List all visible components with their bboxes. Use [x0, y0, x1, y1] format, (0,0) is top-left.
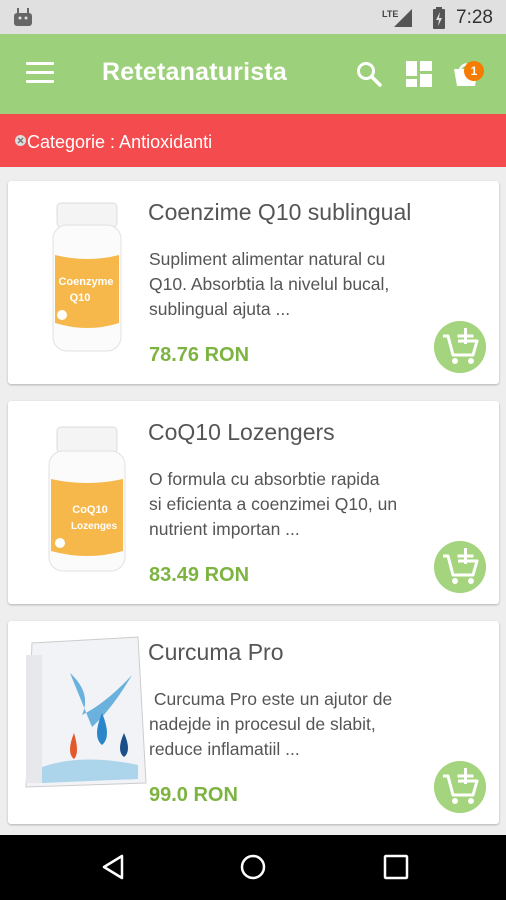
category-label: Categorie : Antioxidanti	[27, 132, 213, 152]
description-line: O formula cu absorbtie rapida	[149, 469, 380, 489]
bottle-label: Lozenges	[71, 521, 118, 532]
description-line: nadejde in procesul de slabit,	[149, 714, 376, 734]
description-line: si eficienta a coenzimei Q10, un	[149, 494, 398, 514]
back-icon[interactable]	[100, 853, 128, 881]
description-line: nutrient importan ...	[149, 519, 300, 539]
product-name[interactable]: Curcuma Pro	[148, 639, 283, 666]
description-line: sublingual ajuta ...	[149, 299, 291, 319]
signal-icon	[394, 9, 412, 27]
add-to-cart-icon[interactable]	[434, 321, 486, 373]
status-time: 7:28	[456, 7, 493, 28]
home-icon[interactable]	[239, 853, 267, 881]
product-price: 78.76 RON	[149, 344, 250, 366]
battery-charging-icon	[433, 7, 445, 29]
menu-icon[interactable]	[26, 62, 54, 84]
app-title: Retetanaturista	[102, 58, 287, 86]
product-card[interactable]: Coenzyme Q10 Coenzime Q10 sublingual Sup…	[8, 181, 499, 384]
bottle-label: Coenzyme	[58, 276, 113, 288]
grid-view-icon[interactable]	[406, 61, 432, 87]
add-to-cart-icon[interactable]	[434, 541, 486, 593]
product-description: Curcuma Pro este un ajutor de nadejde in…	[149, 687, 439, 762]
product-description: Supliment alimentar natural cu Q10. Abso…	[149, 247, 439, 322]
product-price: 83.49 RON	[149, 564, 250, 586]
product-card[interactable]: Curcuma Pro Curcuma Pro este un ajutor d…	[8, 621, 499, 824]
product-description: O formula cu absorbtie rapida si eficien…	[149, 467, 439, 542]
cart-count-badge: 1	[464, 61, 484, 81]
description-line: Supliment alimentar natural cu	[149, 249, 386, 269]
product-image-bottle[interactable]: Coenzyme Q10	[24, 193, 148, 353]
description-line: Curcuma Pro este un ajutor de	[149, 689, 393, 709]
product-price: 99.0 RON	[149, 784, 238, 806]
category-filter-bar: Categorie : Antioxidanti	[0, 114, 506, 167]
status-bar: LTE 7:28	[0, 0, 506, 34]
product-name[interactable]: Coenzime Q10 sublingual	[148, 199, 411, 226]
product-image-bottle[interactable]: CoQ10 Lozenges	[24, 413, 148, 573]
product-image-box[interactable]	[22, 633, 148, 791]
bottle-label: CoQ10	[72, 504, 107, 516]
add-to-cart-icon[interactable]	[434, 761, 486, 813]
clear-filter-icon[interactable]	[15, 135, 26, 146]
recent-apps-icon[interactable]	[382, 853, 410, 881]
bottle-label: Q10	[70, 292, 91, 304]
search-icon[interactable]	[356, 61, 382, 87]
system-navigation-bar	[0, 835, 506, 900]
app-bar: Retetanaturista 1	[0, 34, 506, 114]
product-card[interactable]: CoQ10 Lozenges CoQ10 Lozengers O formula…	[8, 401, 499, 604]
description-line: Q10. Absorbtia la nivelul bucal,	[149, 274, 390, 294]
description-line: reduce inflamatiil ...	[149, 739, 300, 759]
android-notification-icon	[14, 8, 32, 26]
product-name[interactable]: CoQ10 Lozengers	[148, 419, 335, 446]
